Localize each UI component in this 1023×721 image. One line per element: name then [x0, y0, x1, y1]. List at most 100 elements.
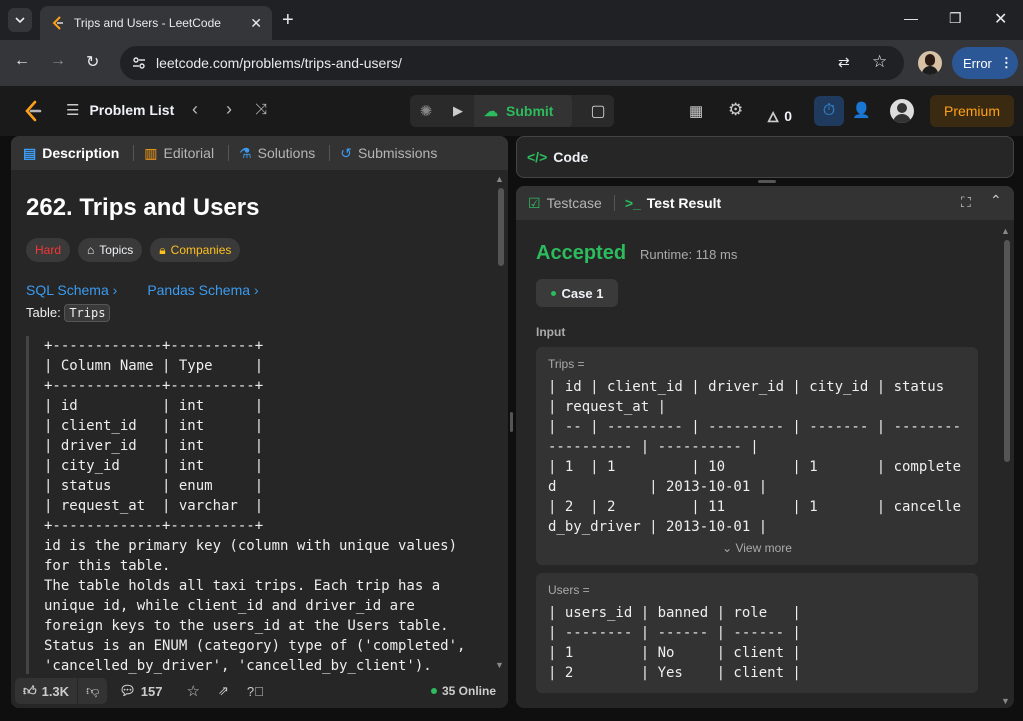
profile-avatar[interactable] [918, 51, 942, 75]
notes-button[interactable]: ▢ [582, 95, 614, 127]
timer-button[interactable]: ⏱ [814, 96, 844, 126]
problem-title: 262. Trips and Users [26, 194, 260, 221]
case-1-tab[interactable]: Case 1 [536, 279, 618, 307]
leetcode-favicon-icon [52, 16, 63, 30]
result-scrollbar[interactable] [1004, 240, 1010, 462]
companies-label: Companies [170, 243, 232, 257]
panel-resize-handle[interactable] [758, 180, 776, 183]
settings-gear-icon[interactable]: ⚙ [728, 100, 743, 120]
url-text: leetcode.com/problems/trips-and-users/ [156, 55, 402, 71]
reload-icon[interactable]: ↻ [86, 52, 99, 72]
close-tab-icon[interactable]: ✕ [250, 15, 262, 32]
view-more-button[interactable]: ⌄ View more [548, 541, 966, 555]
prev-problem-icon[interactable]: ‹ [192, 99, 198, 120]
schema-block: +-------------+----------+ | Column Name… [26, 336, 493, 674]
shuffle-icon[interactable]: ⤨ [255, 101, 267, 118]
submit-button[interactable]: ☁ Submit [474, 95, 572, 127]
scroll-up-icon[interactable]: ▲ [495, 174, 504, 184]
sql-schema-link[interactable]: SQL Schema › [26, 282, 117, 298]
submit-label: Submit [506, 103, 554, 119]
users-input-box: Users = | users_id | banned | role | | -… [536, 573, 978, 693]
dislike-button[interactable]: 👎︎ [78, 678, 108, 704]
help-icon[interactable]: ?⃝ [247, 684, 264, 699]
tab-description[interactable]: ▤ Description [23, 145, 119, 162]
code-panel-header[interactable]: </> Code [516, 136, 1014, 178]
chevron-right-icon: › [253, 282, 259, 298]
streak-counter[interactable]: 🜂 0 [767, 101, 792, 130]
tab-editorial[interactable]: ▥ Editorial [144, 145, 214, 162]
book-icon: ▥ [144, 144, 158, 161]
next-problem-icon[interactable]: › [226, 99, 232, 120]
premium-label: Premium [943, 103, 1000, 119]
description-panel: ▤ Description ▥ Editorial ⚗ Solutions ↺ … [11, 136, 508, 708]
tab-submissions[interactable]: ↺ Submissions [340, 145, 437, 162]
thumbs-up-icon: 👍︎ [23, 683, 37, 698]
profile-error-button[interactable]: Error ⋮ [952, 47, 1018, 79]
like-count: 1.3K [41, 683, 70, 699]
history-icon: ↺ [340, 144, 352, 161]
problem-list-button[interactable]: ☰ Problem List [66, 101, 174, 119]
cloud-upload-icon: ☁ [484, 102, 498, 119]
code-label: Code [553, 149, 589, 165]
vertical-resize-handle[interactable] [510, 412, 513, 432]
site-info-icon[interactable] [132, 56, 146, 70]
lock-icon: 🔒︎ [159, 242, 166, 257]
stopwatch-icon: ⏱ [822, 102, 836, 119]
leetcode-logo-icon[interactable] [22, 100, 44, 122]
run-icon[interactable]: ▶ [442, 103, 474, 119]
test-result-panel: ☑ Testcase >_ Test Result ⛶ ⌃ Accepted R… [516, 186, 1014, 708]
tab-testcase[interactable]: ☑ Testcase [528, 195, 602, 212]
scroll-down-icon[interactable]: ▼ [495, 660, 504, 670]
back-icon[interactable]: ← [14, 52, 30, 70]
tab-title: Trips and Users - LeetCode [74, 16, 221, 30]
premium-button[interactable]: Premium [930, 95, 1014, 127]
tab-divider [133, 145, 135, 161]
tab-test-result-label: Test Result [646, 195, 722, 211]
translate-icon[interactable]: ⇄ [838, 54, 850, 71]
result-status: Accepted Runtime: 118 ms [536, 242, 994, 265]
status-text: Accepted [536, 242, 627, 264]
fullscreen-icon[interactable]: ⛶ [961, 194, 971, 211]
user-avatar[interactable] [890, 99, 914, 123]
layout-icon[interactable]: ▦ [689, 102, 703, 120]
tab-search-button[interactable] [8, 8, 32, 32]
tab-solutions[interactable]: ⚗ Solutions [239, 145, 315, 162]
fire-icon: 🜂 [767, 109, 780, 125]
description-scrollbar[interactable] [498, 188, 504, 266]
share-icon[interactable]: ⇗ [218, 683, 229, 699]
users-value: | users_id | banned | role | | -------- … [548, 605, 801, 681]
like-button[interactable]: 👍︎ 1.3K [15, 678, 78, 704]
omnibox[interactable]: leetcode.com/problems/trips-and-users/ ⇄… [120, 46, 904, 80]
browser-tab[interactable]: Trips and Users - LeetCode ✕ [40, 6, 272, 40]
list-icon: ☰ [66, 102, 80, 119]
topics-badge[interactable]: ⌂ Topics [78, 238, 143, 262]
note-icon: ▢ [590, 103, 606, 120]
close-window-icon[interactable]: ✕ [994, 9, 1007, 29]
maximize-icon[interactable]: ❐ [949, 10, 962, 27]
tab-testcase-label: Testcase [546, 195, 602, 211]
debug-icon[interactable]: ✺ [410, 102, 442, 120]
tab-test-result[interactable]: >_ Test Result [625, 195, 721, 211]
description-tabs: ▤ Description ▥ Editorial ⚗ Solutions ↺ … [11, 136, 508, 170]
collapse-icon[interactable]: ⌃ [990, 192, 1002, 209]
new-tab-button[interactable]: + [282, 8, 294, 32]
table-heading: Table: Trips [26, 304, 493, 322]
users-label: Users = [548, 583, 590, 597]
scroll-up-icon[interactable]: ▲ [1001, 226, 1010, 236]
trips-input-box: Trips = | id | client_id | driver_id | c… [536, 347, 978, 565]
scroll-down-icon[interactable]: ▼ [1001, 696, 1010, 706]
problem-badges: Hard ⌂ Topics 🔒︎ Companies [26, 238, 493, 262]
companies-badge[interactable]: 🔒︎ Companies [150, 238, 241, 262]
pandas-schema-link[interactable]: Pandas Schema › [147, 282, 258, 298]
forward-icon[interactable]: → [50, 52, 66, 70]
bookmark-star-icon[interactable]: ☆ [872, 52, 887, 72]
tab-divider [329, 145, 331, 161]
minimize-icon[interactable]: — [904, 10, 918, 26]
tab-submissions-label: Submissions [357, 145, 438, 161]
comments-button[interactable]: 💬︎ 157 [119, 683, 162, 699]
checkbox-icon: ☑ [528, 194, 541, 211]
add-friend-icon[interactable]: 👤 [852, 101, 871, 119]
chevron-down-icon [15, 17, 25, 24]
code-icon: </> [527, 149, 548, 165]
favorite-star-icon[interactable]: ☆ [186, 682, 199, 700]
